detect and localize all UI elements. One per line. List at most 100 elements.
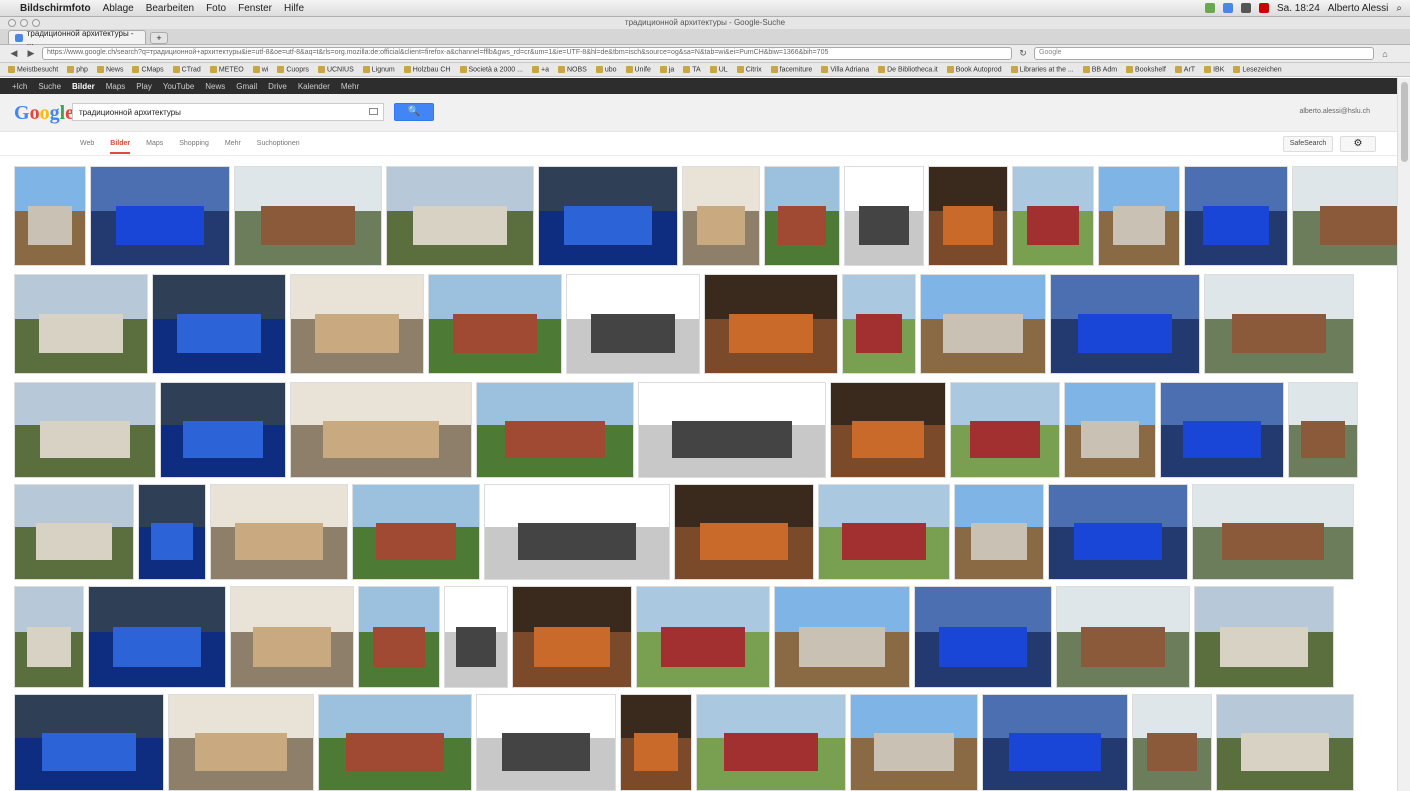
image-result-thumbnail[interactable]: [1056, 586, 1190, 688]
topbar-link[interactable]: News: [205, 82, 225, 91]
image-result-thumbnail[interactable]: [982, 694, 1128, 791]
image-result-thumbnail[interactable]: [950, 382, 1060, 478]
subnav-item[interactable]: Mehr: [225, 140, 241, 154]
image-result-thumbnail[interactable]: [352, 484, 480, 580]
image-result-thumbnail[interactable]: [682, 166, 760, 266]
bookmark-item[interactable]: UCNIUS: [317, 65, 354, 73]
subnav-item[interactable]: Maps: [146, 140, 163, 154]
image-result-thumbnail[interactable]: [674, 484, 814, 580]
bookmark-item[interactable]: Holzbau CH: [403, 65, 451, 73]
menu-hilfe[interactable]: Hilfe: [284, 3, 304, 14]
image-result-thumbnail[interactable]: [1012, 166, 1094, 266]
image-result-thumbnail[interactable]: [638, 382, 826, 478]
forward-icon[interactable]: ▶: [25, 48, 37, 59]
image-result-thumbnail[interactable]: [14, 274, 148, 374]
image-result-thumbnail[interactable]: [620, 694, 692, 791]
user-email[interactable]: alberto.alessi@hslu.ch: [1299, 108, 1370, 115]
image-result-thumbnail[interactable]: [14, 484, 134, 580]
topbar-link[interactable]: Maps: [106, 82, 126, 91]
image-result-thumbnail[interactable]: [1216, 694, 1354, 791]
image-result-thumbnail[interactable]: [476, 382, 634, 478]
status-app-icon[interactable]: [1204, 3, 1215, 13]
safesearch-button[interactable]: SafeSearch: [1283, 136, 1333, 152]
image-result-thumbnail[interactable]: [1098, 166, 1180, 266]
image-result-thumbnail[interactable]: [954, 484, 1044, 580]
bookmark-item[interactable]: +a: [531, 65, 549, 73]
scroll-thumb[interactable]: [1401, 82, 1408, 162]
image-result-thumbnail[interactable]: [1292, 166, 1410, 266]
image-result-thumbnail[interactable]: [1048, 484, 1188, 580]
menubar-user[interactable]: Alberto Alessi: [1328, 3, 1389, 14]
bookmark-item[interactable]: Cuoprs: [277, 65, 309, 73]
bookmark-item[interactable]: TA: [683, 65, 701, 73]
image-result-thumbnail[interactable]: [1192, 484, 1354, 580]
image-result-thumbnail[interactable]: [1288, 382, 1358, 478]
bookmark-item[interactable]: Libraries at the ...: [1010, 65, 1074, 73]
image-result-thumbnail[interactable]: [818, 484, 950, 580]
bookmark-item[interactable]: wi: [252, 65, 268, 73]
image-result-thumbnail[interactable]: [914, 586, 1052, 688]
image-result-thumbnail[interactable]: [428, 274, 562, 374]
bookmark-item[interactable]: Lignum: [362, 65, 395, 73]
bookmark-item[interactable]: php: [67, 65, 88, 73]
search-input[interactable]: традиционной архитектуры: [72, 103, 384, 121]
menu-ablage[interactable]: Ablage: [103, 3, 134, 14]
image-result-thumbnail[interactable]: [512, 586, 632, 688]
image-result-thumbnail[interactable]: [842, 274, 916, 374]
bookmark-item[interactable]: CMaps: [132, 65, 164, 73]
subnav-item[interactable]: Bilder: [110, 140, 131, 154]
image-result-thumbnail[interactable]: [484, 484, 670, 580]
bookmark-item[interactable]: ArT: [1174, 65, 1195, 73]
keyboard-icon[interactable]: [369, 108, 378, 115]
topbar-link[interactable]: YouTube: [163, 82, 194, 91]
status-wifi-icon[interactable]: [1240, 3, 1251, 13]
image-result-thumbnail[interactable]: [168, 694, 314, 791]
image-result-thumbnail[interactable]: [774, 586, 910, 688]
image-result-thumbnail[interactable]: [358, 586, 440, 688]
new-tab-button[interactable]: +: [150, 32, 168, 44]
status-sync-icon[interactable]: [1222, 3, 1233, 13]
bookmark-item[interactable]: News: [96, 65, 123, 73]
image-result-thumbnail[interactable]: [444, 586, 508, 688]
bookmark-item[interactable]: Unife: [625, 65, 651, 73]
image-result-thumbnail[interactable]: [14, 586, 84, 688]
image-result-thumbnail[interactable]: [696, 694, 846, 791]
menu-app[interactable]: Bildschirmfoto: [20, 3, 91, 14]
bookmark-item[interactable]: Meistbesucht: [8, 65, 58, 73]
bookmark-item[interactable]: facemiture: [770, 65, 812, 73]
image-result-thumbnail[interactable]: [928, 166, 1008, 266]
bookmark-item[interactable]: Società a 2000 ...: [459, 65, 523, 73]
image-result-thumbnail[interactable]: [1132, 694, 1212, 791]
scrollbar[interactable]: [1397, 78, 1410, 791]
image-result-thumbnail[interactable]: [566, 274, 700, 374]
menubar-clock[interactable]: Sa. 18:24: [1277, 3, 1320, 14]
topbar-link[interactable]: Play: [136, 82, 152, 91]
menu-foto[interactable]: Foto: [206, 3, 226, 14]
image-result-thumbnail[interactable]: [386, 166, 534, 266]
image-result-thumbnail[interactable]: [138, 484, 206, 580]
zoom-window-button[interactable]: [32, 19, 40, 27]
image-result-thumbnail[interactable]: [1160, 382, 1284, 478]
bookmark-item[interactable]: CTrad: [172, 65, 201, 73]
image-result-thumbnail[interactable]: [290, 274, 424, 374]
image-result-thumbnail[interactable]: [844, 166, 924, 266]
topbar-link[interactable]: Bilder: [72, 82, 95, 91]
image-result-thumbnail[interactable]: [538, 166, 678, 266]
bookmark-item[interactable]: ja: [659, 65, 674, 73]
bookmark-item[interactable]: De Bibliotheca.it: [878, 65, 938, 73]
image-result-thumbnail[interactable]: [1184, 166, 1288, 266]
topbar-link[interactable]: Gmail: [236, 82, 257, 91]
close-window-button[interactable]: [8, 19, 16, 27]
topbar-link[interactable]: Kalender: [298, 82, 330, 91]
url-bar[interactable]: https://www.google.ch/search?q=традицион…: [42, 47, 1012, 60]
bookmark-item[interactable]: NOBS: [557, 65, 587, 73]
topbar-link[interactable]: Drive: [268, 82, 287, 91]
reload-icon[interactable]: ↻: [1017, 48, 1029, 59]
image-result-thumbnail[interactable]: [1050, 274, 1200, 374]
image-result-thumbnail[interactable]: [636, 586, 770, 688]
bookmark-item[interactable]: Citrix: [736, 65, 762, 73]
image-result-thumbnail[interactable]: [318, 694, 472, 791]
browser-tab[interactable]: традиционной архитектуры - ...: [8, 29, 146, 47]
bookmark-item[interactable]: METEO: [209, 65, 244, 73]
image-result-thumbnail[interactable]: [210, 484, 348, 580]
